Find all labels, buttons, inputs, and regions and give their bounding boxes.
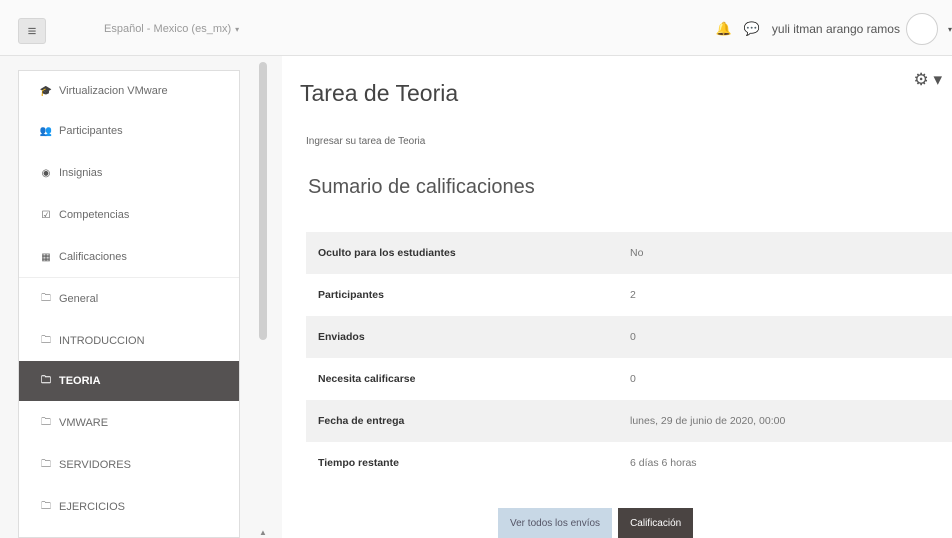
check-square-icon: ☑	[41, 209, 51, 221]
page-title: Tarea de Teoria	[300, 80, 459, 106]
grade-button[interactable]: Calificación	[618, 508, 694, 538]
top-navbar: ≡ Español - Mexico (es_mx) ▾ 🔔 💬 yuli itm…	[0, 0, 952, 56]
folder-icon: 🗀	[41, 334, 51, 346]
sidebar-item-servidores[interactable]: 🗀 SERVIDORES	[19, 445, 239, 485]
badge-icon: ◉	[41, 167, 51, 179]
row-value: lunes, 29 de junio de 2020, 00:00	[618, 400, 952, 442]
sidebar-item-label: Competencias	[59, 209, 130, 221]
avatar[interactable]	[905, 13, 938, 45]
sidebar-item-label: Virtualizacion VMware	[59, 85, 168, 97]
sidebar-item-virtualizacion[interactable]: 🎓 Virtualizacion VMware	[19, 71, 239, 111]
sidebar-item-label: Calificaciones	[59, 251, 127, 263]
folder-icon: 🗀	[41, 458, 51, 470]
divider	[19, 277, 239, 278]
table-icon: ▦	[41, 251, 51, 263]
table-row: Enviados 0	[306, 316, 952, 358]
folder-icon: 🗀	[41, 500, 51, 512]
grading-summary-table: Oculto para los estudiantes No Participa…	[306, 232, 952, 484]
bell-icon[interactable]: 🔔	[716, 21, 732, 37]
sidebar-item-vmware[interactable]: 🗀 VMWARE	[19, 403, 239, 443]
table-row: Oculto para los estudiantes No	[306, 232, 952, 274]
user-area: 🔔 💬 yuli itman arango ramos ▾	[716, 13, 952, 45]
user-name[interactable]: yuli itman arango ramos	[772, 22, 900, 36]
row-value: No	[618, 232, 952, 274]
sidebar-item-label: SERVIDORES	[59, 459, 131, 471]
table-row: Participantes 2	[306, 274, 952, 316]
table-row: Fecha de entrega lunes, 29 de junio de 2…	[306, 400, 952, 442]
sidebar-item-label: Participantes	[59, 125, 123, 137]
scroll-down-arrow-icon[interactable]: ▲	[259, 528, 267, 537]
sidebar-item-label: VMWARE	[59, 417, 109, 429]
table-row: Necesita calificarse 0	[306, 358, 952, 400]
folder-icon: 🗀	[41, 374, 51, 386]
sidebar-item-introduccion[interactable]: 🗀 INTRODUCCION	[19, 321, 239, 361]
folder-icon: 🗀	[41, 416, 51, 428]
sidebar-item-general[interactable]: 🗀 General	[19, 279, 239, 319]
sidebar-item-participantes[interactable]: 👥 Participantes	[19, 111, 239, 151]
folder-icon: 🗀	[41, 292, 51, 304]
sidebar-item-calificaciones[interactable]: ▦ Calificaciones	[19, 237, 239, 277]
row-value: 6 días 6 horas	[630, 457, 697, 469]
hamburger-icon[interactable]: ≡	[18, 18, 46, 44]
sidebar-item-teoria[interactable]: 🗀 TEORIA	[19, 361, 239, 401]
chat-icon[interactable]: 💬	[744, 21, 760, 37]
sidebar-item-label: TEORIA	[59, 375, 101, 387]
sidebar-scrollbar[interactable]	[259, 62, 267, 340]
row-label: Tiempo restante	[318, 457, 399, 469]
row-label: Participantes	[318, 289, 384, 301]
main-content: ⚙ ▾ Tarea de Teoria Ingresar su tarea de…	[282, 56, 952, 538]
sidebar-item-label: INTRODUCCION	[59, 335, 145, 347]
row-label: Oculto para los estudiantes	[306, 232, 618, 274]
sidebar-item-insignias[interactable]: ◉ Insignias	[19, 153, 239, 193]
chevron-down-icon[interactable]: ▾	[948, 25, 952, 34]
sidebar-item-label: General	[59, 293, 99, 305]
sidebar-item-label: EJERCICIOS	[59, 501, 126, 513]
view-all-submissions-button[interactable]: Ver todos los envíos	[498, 508, 613, 538]
action-buttons: Ver todos los envíos Calificación	[498, 508, 694, 538]
row-label: Necesita calificarse	[318, 373, 416, 385]
table-row: Tiempo restante 6 días 6 horas	[306, 442, 952, 484]
course-navigation: 🎓 Virtualizacion VMware 👥 Participantes …	[18, 70, 240, 538]
row-value: 0	[618, 316, 952, 358]
gear-icon[interactable]: ⚙ ▾	[914, 70, 943, 90]
chevron-down-icon: ▾	[235, 25, 240, 34]
assignment-intro: Ingresar su tarea de Teoria	[306, 136, 426, 147]
users-icon: 👥	[39, 125, 53, 137]
graduation-cap-icon: 🎓	[39, 85, 53, 97]
sidebar-item-label: Insignias	[59, 167, 103, 179]
row-label: Enviados	[306, 316, 618, 358]
sidebar-item-competencias[interactable]: ☑ Competencias	[19, 195, 239, 235]
sidebar-item-ejercicios[interactable]: 🗀 EJERCICIOS	[19, 487, 239, 527]
section-title: Sumario de calificaciones	[308, 176, 535, 198]
row-value: 0	[630, 373, 636, 385]
language-menu[interactable]: Español - Mexico (es_mx) ▾	[104, 23, 239, 35]
language-label: Español - Mexico (es_mx)	[104, 23, 232, 35]
row-value: 2	[630, 289, 636, 301]
row-label: Fecha de entrega	[306, 400, 618, 442]
